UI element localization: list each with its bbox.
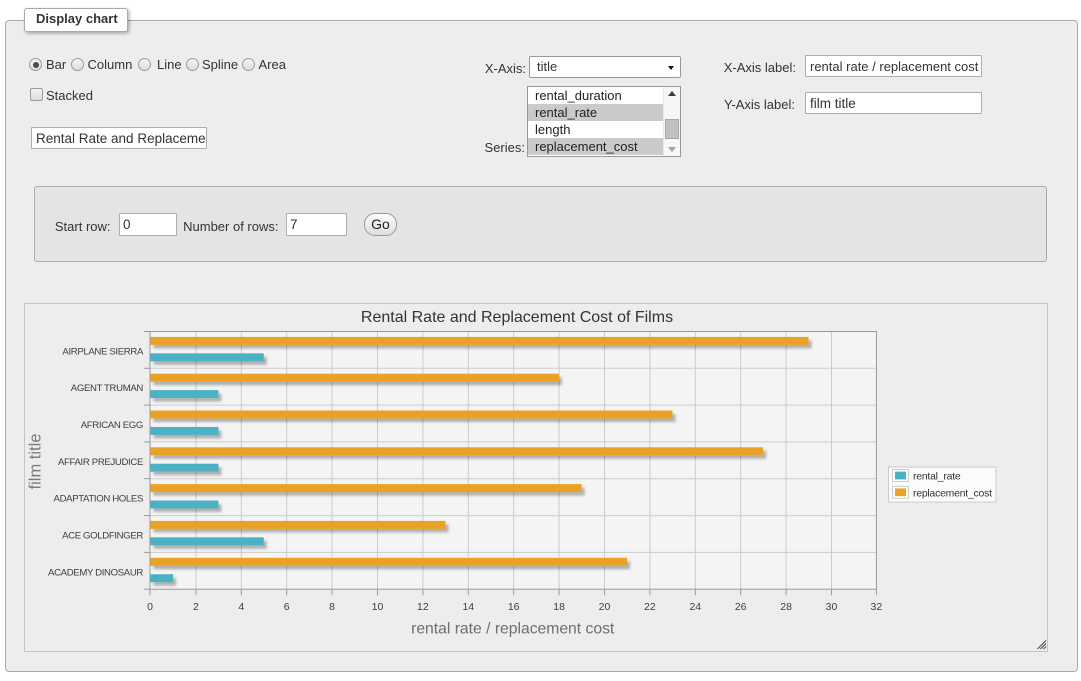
svg-text:AIRPLANE SIERRA: AIRPLANE SIERRA: [62, 346, 144, 357]
svg-text:0: 0: [147, 601, 153, 613]
svg-text:2: 2: [193, 601, 199, 613]
svg-text:26: 26: [735, 601, 747, 613]
svg-text:film title: film title: [27, 434, 45, 490]
svg-text:22: 22: [644, 601, 656, 613]
svg-text:28: 28: [780, 601, 792, 613]
svg-text:AFRICAN EGG: AFRICAN EGG: [81, 420, 143, 431]
svg-text:rental_rate: rental_rate: [913, 472, 961, 483]
svg-text:12: 12: [417, 601, 429, 613]
svg-text:6: 6: [284, 601, 290, 613]
svg-text:24: 24: [689, 601, 701, 613]
svg-text:ACADEMY DINOSAUR: ACADEMY DINOSAUR: [48, 567, 143, 578]
svg-text:replacement_cost: replacement_cost: [913, 488, 992, 499]
svg-text:20: 20: [599, 601, 611, 613]
svg-text:4: 4: [238, 601, 244, 613]
svg-text:32: 32: [871, 601, 883, 613]
svg-text:ADAPTATION HOLES: ADAPTATION HOLES: [54, 494, 143, 505]
svg-text:AFFAIR PREJUDICE: AFFAIR PREJUDICE: [58, 457, 143, 468]
svg-text:30: 30: [826, 601, 838, 613]
svg-text:Rental Rate and Replacement Co: Rental Rate and Replacement Cost of Film…: [361, 309, 673, 326]
svg-text:AGENT TRUMAN: AGENT TRUMAN: [71, 383, 144, 394]
svg-text:ACE GOLDFINGER: ACE GOLDFINGER: [62, 530, 143, 541]
svg-text:16: 16: [508, 601, 520, 613]
svg-text:10: 10: [372, 601, 384, 613]
svg-text:8: 8: [329, 601, 335, 613]
svg-text:rental rate / replacement cost: rental rate / replacement cost: [411, 621, 615, 638]
svg-text:14: 14: [462, 601, 474, 613]
svg-text:18: 18: [553, 601, 565, 613]
